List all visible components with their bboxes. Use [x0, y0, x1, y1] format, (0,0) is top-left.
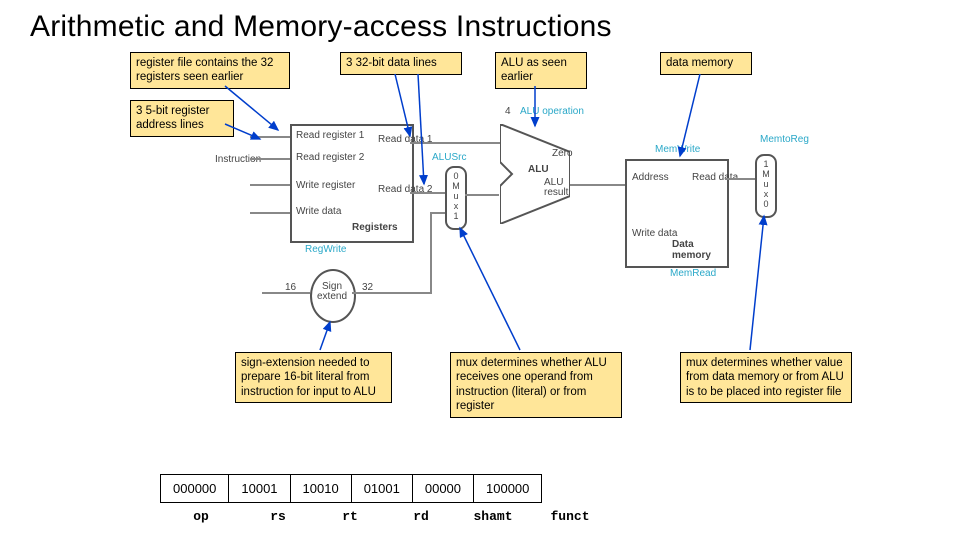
label-op: op	[160, 509, 242, 524]
field-rs: 10001	[229, 475, 290, 503]
signal-alusrc: ALUSrc	[432, 152, 466, 163]
instruction-encoding-labels: op rs rt rd shamt funct	[160, 509, 610, 524]
label-data-memory-title: Data memory	[672, 240, 722, 261]
callout-alu: ALU as seen earlier	[495, 52, 587, 89]
label-rt: rt	[314, 509, 386, 524]
callout-mux-alusrc: mux determines whether ALU receives one …	[450, 352, 622, 418]
field-op: 000000	[161, 475, 229, 503]
label-write-data-mem: Write data	[632, 228, 677, 239]
field-shamt: 00000	[412, 475, 473, 503]
callout-data-lines: 3 32-bit data lines	[340, 52, 462, 75]
signal-alu-operation: ALU operation	[520, 106, 584, 117]
label-alu-result: ALU result	[544, 178, 572, 198]
signal-memtoreg: MemtoReg	[760, 134, 809, 145]
label-registers-title: Registers	[352, 222, 398, 233]
callout-sign-extend: sign-extension needed to prepare 16-bit …	[235, 352, 392, 403]
field-funct: 100000	[474, 475, 542, 503]
label-address: Address	[632, 172, 669, 183]
label-write-reg: Write register	[296, 180, 355, 191]
label-sign-extend: Sign extend	[316, 282, 348, 302]
label-rd: rd	[386, 509, 456, 524]
field-rd: 01001	[351, 475, 412, 503]
mux-alusrc: 0Mux1	[445, 166, 467, 230]
slide-title: Arithmetic and Memory-access Instruction…	[0, 0, 960, 44]
callout-register-file: register file contains the 32 registers …	[130, 52, 290, 89]
callout-addr-lines: 3 5-bit register address lines	[130, 100, 234, 137]
diagram-stage: register file contains the 32 registers …	[0, 44, 960, 534]
signal-memwrite: MemWrite	[655, 144, 700, 155]
label-write-data: Write data	[296, 206, 341, 217]
mux-memtoreg: 1Mux0	[755, 154, 777, 218]
signal-memread: MemRead	[670, 268, 716, 279]
label-read-reg-1: Read register 1	[296, 130, 364, 141]
label-alu: ALU	[528, 164, 549, 175]
label-funct: funct	[530, 509, 610, 524]
label-rs: rs	[242, 509, 314, 524]
label-4: 4	[505, 106, 511, 117]
label-zero: Zero	[552, 148, 573, 159]
signal-regwrite: RegWrite	[305, 244, 347, 255]
instruction-encoding-table: 000000 10001 10010 01001 00000 100000	[160, 474, 542, 503]
label-read-reg-2: Read register 2	[296, 152, 364, 163]
label-shamt: shamt	[456, 509, 530, 524]
callout-mux-memtoreg: mux determines whether value from data m…	[680, 352, 852, 403]
callout-data-memory: data memory	[660, 52, 752, 75]
field-rt: 10010	[290, 475, 351, 503]
